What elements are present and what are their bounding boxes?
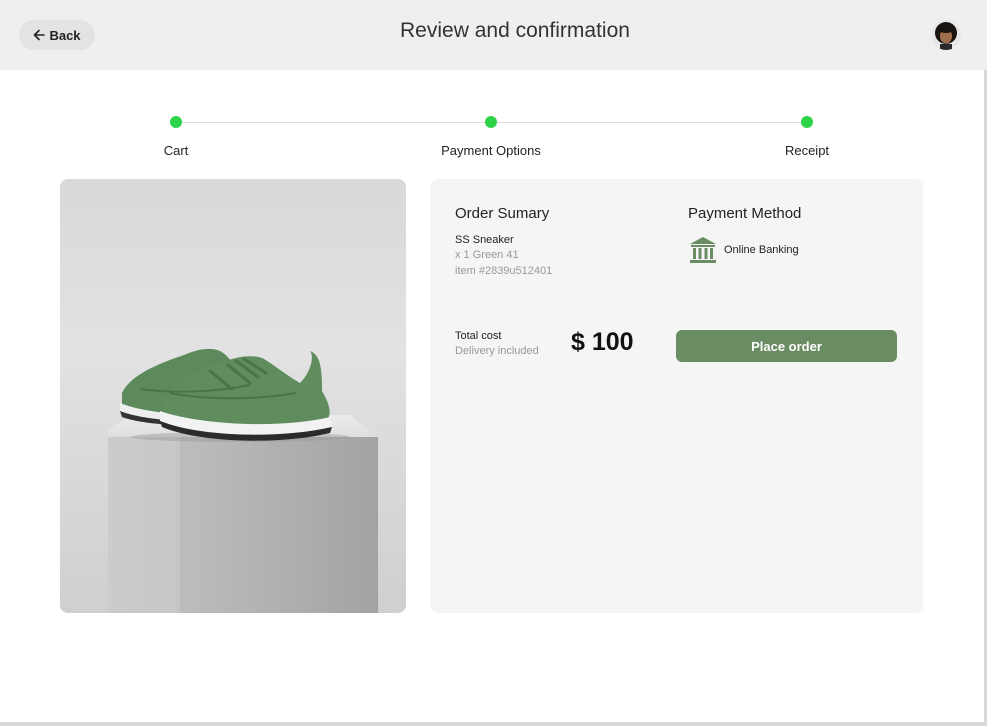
item-name: SS Sneaker: [455, 234, 514, 246]
step-cart-dot: [170, 116, 182, 128]
payment-method-label: Online Banking: [724, 244, 799, 256]
order-summary-title: Order Sumary: [455, 205, 550, 222]
avatar[interactable]: [931, 20, 961, 50]
order-summary-card: Order Sumary SS Sneaker x 1 Green 41 ite…: [430, 179, 923, 613]
item-variant: x 1 Green 41: [455, 249, 519, 261]
step-connector: [176, 122, 491, 123]
top-bar: Back Review and confirmation: [0, 0, 987, 70]
payment-method-title: Payment Method: [688, 205, 802, 222]
product-image: [60, 179, 406, 613]
step-payment-dot: [485, 116, 497, 128]
step-connector: [491, 122, 807, 123]
item-id: item #2839u512401: [455, 265, 553, 277]
step-cart-label: Cart: [163, 143, 189, 158]
page-title: Review and confirmation: [400, 19, 630, 42]
step-payment-label: Payment Options: [441, 143, 541, 158]
bottom-divider: [0, 722, 987, 726]
total-cost-label: Total cost: [455, 330, 502, 342]
step-receipt-label: Receipt: [784, 143, 830, 158]
step-receipt-dot: [801, 116, 813, 128]
delivery-note: Delivery included: [455, 345, 539, 357]
place-order-button[interactable]: Place order: [676, 330, 897, 362]
bank-icon: [688, 235, 718, 265]
total-amount: $ 100: [571, 328, 634, 356]
